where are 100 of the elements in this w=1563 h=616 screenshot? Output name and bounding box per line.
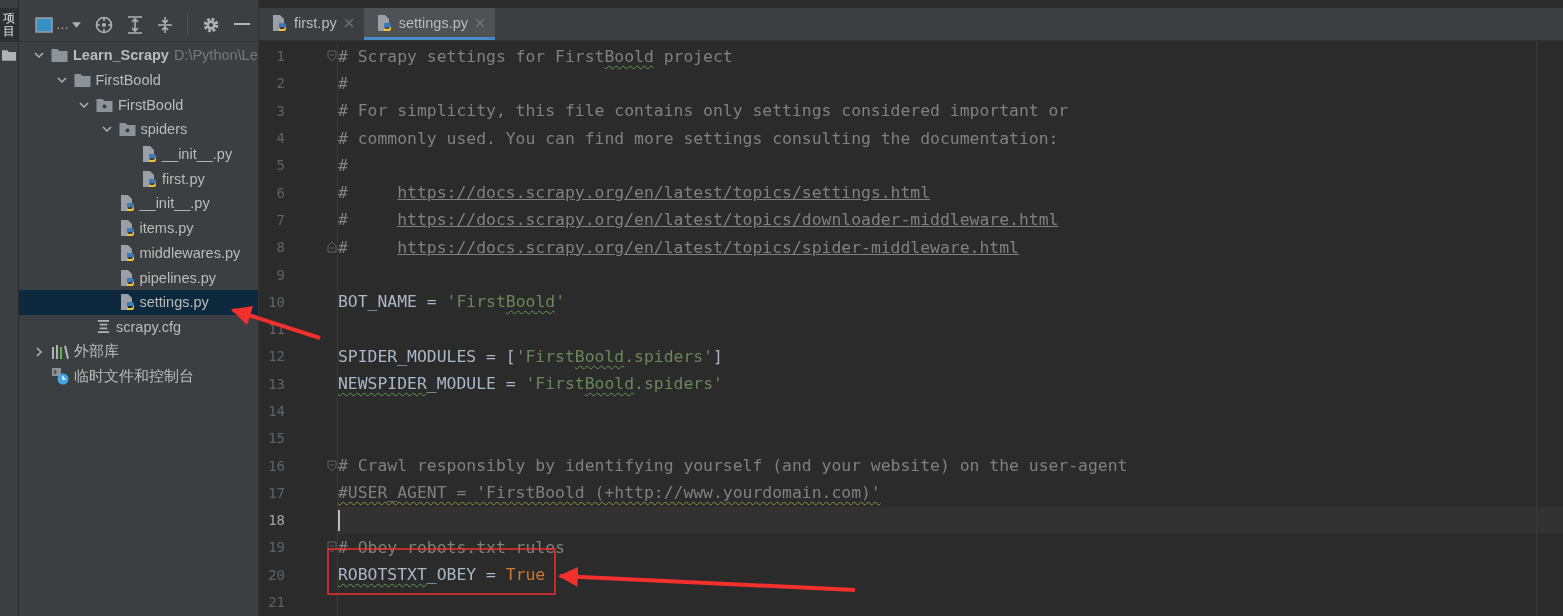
project-tool-tab[interactable]: 项目 [0, 8, 18, 43]
code-text: _MODULE = [426, 374, 517, 394]
view-label: … [56, 17, 69, 32]
folder-icon [51, 48, 68, 63]
code-text: NEWSPIDER [338, 374, 427, 394]
code-comment: # [338, 237, 349, 257]
tree-item[interactable]: first.py [19, 166, 258, 192]
line-number: 21 [267, 594, 285, 611]
line-number: 15 [267, 430, 285, 447]
line-number: 13 [267, 375, 285, 392]
tree-item[interactable]: items.py [19, 215, 258, 241]
code-comment: # [338, 183, 349, 203]
code-text: BOT_NAME = [338, 292, 438, 312]
string-literal: Boold [584, 374, 635, 394]
tree-label: items.py [139, 220, 194, 237]
fold-marker-icon[interactable] [326, 459, 337, 472]
editor-tab[interactable]: first.py [259, 8, 364, 40]
string-literal: Boold [505, 292, 556, 312]
code-comment: # [338, 210, 349, 230]
python-file-icon [141, 146, 157, 163]
line-number: 2 [275, 75, 285, 92]
tool-tab-label: 项目 [3, 12, 15, 39]
tree-label: __init__.py [162, 146, 233, 163]
tree-label: pipelines.py [139, 269, 217, 286]
tree-item[interactable]: scrapy.cfg [19, 314, 258, 340]
tree-item[interactable]: spiders [19, 117, 258, 142]
tree-item[interactable]: FirstBoold [19, 92, 258, 118]
code-comment: # Crawl responsibly by identifying yourself (and your website) on the user-agent [338, 456, 1128, 476]
line-number: 8 [275, 239, 285, 256]
code-text: _OBEY = [426, 565, 497, 585]
tree-label: spiders [140, 121, 188, 138]
doc-link[interactable]: https://docs.scrapy.org/en/latest/topics/spider-middleware.html [397, 237, 1019, 257]
line-number: 5 [275, 157, 285, 174]
editor-tab[interactable]: settings.py [363, 8, 496, 40]
code-comment: Boold [604, 46, 654, 66]
folder-icon[interactable] [2, 50, 16, 62]
tree-item[interactable]: 外部库 [19, 339, 258, 364]
tree-item[interactable]: __init__.py [19, 141, 258, 167]
tree-label: settings.py [139, 294, 209, 311]
code-text: ] [713, 346, 723, 366]
line-number: 20 [267, 566, 285, 583]
string-literal: Boold [574, 346, 625, 366]
python-file-icon [118, 220, 135, 237]
tree-item[interactable]: 临时文件和控制台 [19, 363, 258, 389]
tree-label: FirstBoold [95, 72, 161, 89]
line-number: 10 [267, 293, 285, 310]
line-number: 1 [275, 48, 285, 65]
tree-item[interactable]: middlewares.py [19, 240, 258, 266]
tree-item[interactable]: __init__.py [19, 191, 258, 216]
code-text: SPIDER_MODULES = [ [338, 346, 516, 366]
tree-item[interactable]: settings.py [19, 289, 258, 315]
tree-label: __init__.py [139, 195, 210, 212]
python-file-icon [271, 14, 287, 31]
string-literal: .spiders' [634, 374, 723, 394]
doc-link[interactable]: https://docs.scrapy.org/en/latest/topics/settings.html [397, 183, 931, 203]
window-icon [35, 16, 53, 33]
line-number: 3 [275, 102, 285, 119]
line-number: 4 [275, 130, 285, 147]
config-file-icon [96, 319, 111, 335]
package-folder-icon [118, 122, 136, 137]
code-comment: # commonly used. You can find more settings consulting the documentation: [338, 128, 1059, 148]
line-number: 12 [267, 348, 285, 365]
chevron-right-icon[interactable] [34, 346, 44, 357]
code-comment: #USER_AGENT = 'FirstBoold (+http://www.yourdomain.com)' [338, 483, 881, 503]
tree-label: middlewares.py [139, 244, 241, 261]
string-literal: 'First [525, 374, 585, 394]
dropdown-caret-icon[interactable] [72, 21, 81, 28]
tree-label: FirstBoold [118, 96, 184, 113]
doc-link[interactable]: https://docs.scrapy.org/en/latest/topics/downloader-middleware.html [397, 210, 1059, 230]
tree-label: Learn_Scrapy [73, 47, 169, 64]
settings-icon[interactable] [202, 15, 220, 34]
locate-icon[interactable] [95, 15, 113, 34]
python-file-icon [118, 244, 135, 261]
folder-icon [73, 73, 91, 88]
python-file-icon [118, 294, 135, 311]
fold-marker-icon[interactable] [326, 541, 337, 554]
view-selector[interactable]: … [35, 16, 81, 33]
fold-marker-icon[interactable] [326, 50, 337, 63]
string-literal: .spiders' [624, 346, 713, 366]
tree-item[interactable]: FirstBoold [19, 67, 258, 93]
code-text: ROBOTSTXT [338, 565, 427, 585]
keyword: True [505, 565, 546, 585]
string-literal: 'First [515, 346, 575, 366]
line-number: 16 [267, 457, 285, 474]
code-comment: # [338, 155, 348, 175]
tree-label: scrapy.cfg [116, 318, 181, 335]
line-number: 18 [267, 512, 285, 529]
collapse-all-icon[interactable] [157, 15, 173, 34]
chevron-down-icon[interactable] [79, 99, 89, 110]
python-file-icon [375, 14, 392, 31]
chevron-down-icon[interactable] [34, 50, 44, 61]
chevron-down-icon[interactable] [56, 75, 67, 86]
code-comment: # For simplicity, this file contains only settings considered important or [338, 101, 1069, 121]
python-file-icon [141, 170, 157, 187]
fold-marker-icon[interactable] [326, 241, 337, 254]
chevron-down-icon[interactable] [101, 124, 112, 135]
expand-all-icon[interactable] [127, 15, 143, 34]
tree-item[interactable]: pipelines.py [19, 265, 258, 290]
tree-item[interactable]: Learn_Scrapy D:\Python\Le [19, 43, 258, 68]
line-number: 6 [275, 184, 285, 201]
